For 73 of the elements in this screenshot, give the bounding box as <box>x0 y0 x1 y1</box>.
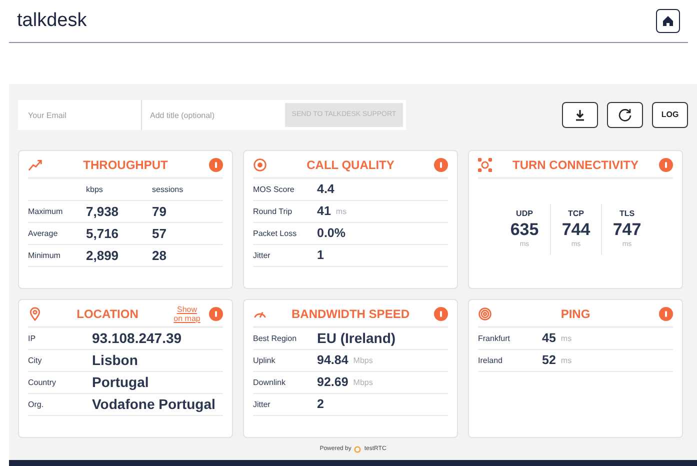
protocol-label: UDP <box>516 208 533 220</box>
nodes-icon <box>478 158 492 172</box>
latency-value: 635 <box>510 220 539 240</box>
unit-label: ms <box>560 332 572 344</box>
protocol-label: TLS <box>619 208 635 220</box>
home-icon <box>662 15 674 27</box>
row-value: 52 <box>542 352 556 370</box>
row-label: Jitter <box>253 250 272 262</box>
row-value: 94.84 <box>317 352 348 370</box>
unit-label: ms <box>560 354 572 366</box>
protocol-label: TCP <box>568 208 584 220</box>
card-title: PING <box>560 306 590 323</box>
target-icon <box>253 158 267 172</box>
concentric-rings-icon <box>478 307 492 321</box>
table-cell-text: 5,716 <box>86 224 120 243</box>
table-cell-text: 28 <box>152 246 168 265</box>
card-title: THROUGHPUT <box>83 157 168 174</box>
row-label: Frankfurt <box>478 332 512 344</box>
download-button[interactable] <box>562 102 598 128</box>
row-value: 93.108.247.39 <box>92 329 182 348</box>
unit-label: ms <box>336 206 347 218</box>
title-field[interactable]: Add title (optional) <box>142 100 282 130</box>
row-value: 92.69 <box>317 374 348 392</box>
table-cell-text: 57 <box>152 224 168 243</box>
latency-value: 744 <box>562 220 590 240</box>
row-value: 41 <box>317 203 331 220</box>
location-pin-icon <box>28 307 42 321</box>
row-label: Average <box>28 228 59 240</box>
trend-line-icon <box>28 158 42 172</box>
row-label: Country <box>28 376 58 388</box>
row-value: Portugal <box>92 373 149 392</box>
row-value: 0.0% <box>317 225 346 242</box>
log-button[interactable]: LOG <box>652 102 688 128</box>
row-label: Minimum <box>28 250 62 262</box>
row-label: Maximum <box>28 206 64 218</box>
download-icon <box>575 110 585 120</box>
row-label: City <box>28 354 43 366</box>
unit-label: Mbps <box>353 376 373 388</box>
table-cell-text: 79 <box>152 202 168 221</box>
refresh-button[interactable] <box>607 102 643 128</box>
row-label: IP <box>28 332 37 344</box>
row-label: Packet Loss <box>253 228 298 240</box>
row-value: 45 <box>542 330 556 348</box>
table-cell-text: 2,899 <box>86 246 120 265</box>
card-title: BANDWIDTH SPEED <box>291 306 410 323</box>
row-value: 1 <box>317 247 324 264</box>
row-label: Uplink <box>253 354 276 366</box>
unit-label: Mbps <box>353 354 373 366</box>
table-cell-text: 7,938 <box>86 202 120 221</box>
card-title: TURN CONNECTIVITY <box>512 157 638 174</box>
row-value: Vodafone Portugal <box>92 395 216 414</box>
latency-value: 747 <box>612 220 642 240</box>
row-label: Best Region <box>253 332 298 344</box>
row-label: Jitter <box>253 398 272 410</box>
row-label: Round Trip <box>253 206 294 218</box>
row-value: 2 <box>317 396 324 414</box>
row-value: 4.4 <box>317 181 334 198</box>
show-on-map-link[interactable]: Show on map <box>173 305 201 323</box>
row-label: MOS Score <box>253 184 296 196</box>
row-label: Org. <box>28 398 45 410</box>
row-label: Ireland <box>478 354 504 366</box>
logo: talkdesk <box>17 8 87 33</box>
column-header: kbps <box>86 184 104 196</box>
column-header: sessions <box>152 184 184 196</box>
email-field[interactable]: Your Email <box>18 100 142 130</box>
row-value: Lisbon <box>92 351 138 370</box>
card-title: LOCATION <box>76 306 138 323</box>
refresh-icon <box>618 108 632 122</box>
brand-logo-icon <box>354 446 362 453</box>
home-button[interactable] <box>656 9 680 33</box>
row-label: Downlink <box>253 376 286 388</box>
row-value: EU (Ireland) <box>317 329 396 348</box>
card-title: CALL QUALITY <box>306 157 394 174</box>
